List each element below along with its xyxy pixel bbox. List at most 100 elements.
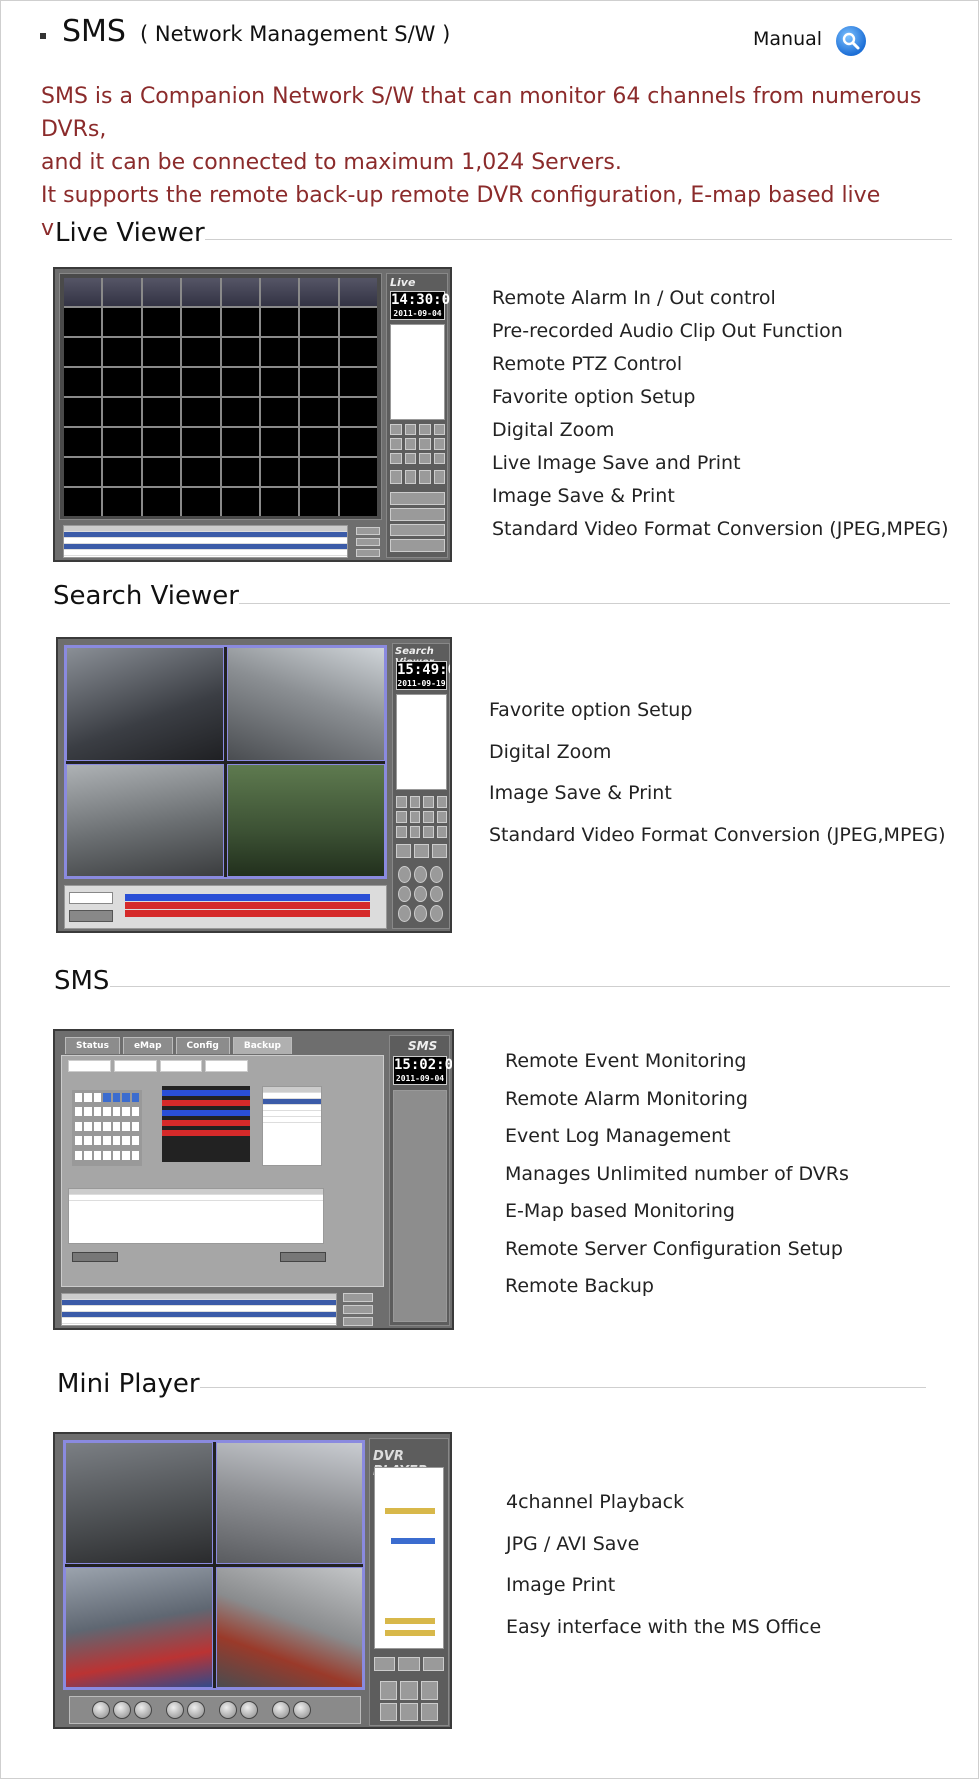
dvr-tree[interactable] — [390, 324, 445, 420]
control-panel: DVR PLAYER — [369, 1438, 449, 1726]
calendar[interactable] — [72, 1090, 142, 1166]
date-field[interactable] — [69, 892, 113, 904]
play-button[interactable] — [134, 1701, 152, 1719]
rewind-button[interactable] — [92, 1701, 110, 1719]
feature-item: Remote Alarm Monitoring — [505, 1087, 748, 1110]
section-title: Mini Player — [57, 1369, 200, 1399]
mini-player-button[interactable] — [72, 1252, 118, 1262]
slider-controls[interactable] — [390, 492, 445, 552]
section-rule — [110, 986, 950, 987]
camera-view — [215, 1566, 363, 1688]
step-back-button[interactable] — [219, 1701, 237, 1719]
section-rule — [198, 1387, 926, 1388]
layout-buttons[interactable] — [390, 424, 445, 464]
dvr-tree[interactable] — [396, 694, 447, 790]
section-title: Search Viewer — [53, 581, 239, 611]
first-frame-button[interactable] — [272, 1701, 290, 1719]
timeline-track[interactable] — [125, 910, 370, 917]
camera-view — [65, 1442, 213, 1564]
section-search-viewer-heading: Search Viewer — [0, 581, 980, 621]
feature-item: JPG / AVI Save — [506, 1532, 640, 1555]
last-frame-button[interactable] — [293, 1701, 311, 1719]
timeline-track[interactable] — [125, 894, 370, 901]
feature-item: Remote PTZ Control — [492, 353, 683, 375]
timeline-track[interactable] — [125, 902, 370, 909]
camera-grid — [63, 1440, 365, 1690]
mini-player-feature-list: 4channel Playback JPG / AVI Save Image P… — [506, 1482, 821, 1648]
tool-buttons[interactable] — [390, 470, 445, 484]
feature-item: Standard Video Format Conversion (JPEG,M… — [489, 823, 946, 846]
feature-item: E-Map based Monitoring — [505, 1200, 735, 1222]
pause-button[interactable] — [113, 1701, 131, 1719]
magnifier-icon[interactable] — [836, 26, 866, 56]
clock-display: 15:49:03 2011-09-19 — [396, 661, 450, 690]
section-live-viewer-heading: Live Viewer — [0, 218, 980, 258]
log-buttons[interactable] — [343, 1293, 373, 1326]
fast-forward-button[interactable] — [187, 1701, 205, 1719]
tab-emap[interactable]: eMap — [122, 1037, 173, 1054]
feature-item: Manages Unlimited number of DVRs — [505, 1162, 849, 1185]
feature-item: Live Image Save and Print — [492, 452, 741, 474]
playback-controls[interactable] — [69, 1696, 361, 1724]
feature-item: 4channel Playback — [506, 1491, 685, 1513]
main-tabs[interactable]: Status eMap Config Backup — [65, 1037, 292, 1054]
log-buttons[interactable] — [356, 527, 380, 557]
select-date-button[interactable] — [69, 910, 113, 922]
control-panel: SMS 15:02:09 2011-09-04 — [389, 1035, 454, 1326]
clock-time: 14:30:06 — [391, 292, 452, 308]
tab-status[interactable]: Status — [65, 1037, 120, 1054]
tab-config[interactable]: Config — [175, 1037, 230, 1054]
clock-date: 2011-09-04 — [393, 309, 442, 318]
camera-view — [215, 1442, 363, 1564]
feature-item: Image Save & Print — [492, 485, 675, 507]
feature-item: Favorite option Setup — [489, 699, 693, 721]
feature-item: Pre-recorded Audio Clip Out Function — [492, 320, 843, 342]
fast-rewind-button[interactable] — [166, 1701, 184, 1719]
feature-item: Easy interface with the MS Office — [506, 1615, 822, 1638]
page-subtitle: ( Network Management S/W ) — [140, 22, 451, 46]
feature-item: Remote Alarm In / Out control — [492, 287, 776, 309]
layout-buttons[interactable] — [380, 1681, 438, 1721]
mini-player-screenshot: DVR PLAYER — [53, 1432, 452, 1729]
video-area — [59, 273, 382, 520]
feature-item: Remote Event Monitoring — [505, 1050, 747, 1072]
clock-date: 2011-09-04 — [395, 1074, 445, 1083]
backup-panel — [61, 1055, 384, 1287]
feature-item: Remote Backup — [505, 1275, 654, 1297]
section-title: SMS — [54, 966, 110, 996]
channel-list[interactable] — [262, 1086, 322, 1166]
dvr-tree[interactable] — [393, 1090, 447, 1322]
event-log-list[interactable] — [63, 525, 348, 558]
tab-backup[interactable]: Backup — [232, 1037, 292, 1054]
recording-timeline[interactable] — [162, 1086, 250, 1162]
live-viewer-feature-list: Remote Alarm In / Out control Pre-record… — [492, 282, 949, 546]
clock-display: 14:30:06 2011-09-04 — [390, 291, 452, 320]
camera-view — [66, 763, 224, 877]
title-bullet — [40, 33, 46, 39]
backup-mode-tabs[interactable] — [68, 1060, 248, 1072]
clock-time: 15:02:09 — [394, 1057, 454, 1073]
file-tree[interactable] — [374, 1467, 444, 1649]
step-forward-button[interactable] — [240, 1701, 258, 1719]
section-rule — [200, 239, 952, 240]
control-panel: Search Viewer 15:49:03 2011-09-19 — [392, 643, 450, 929]
manual-link[interactable]: Manual — [753, 28, 822, 50]
event-log-list[interactable] — [61, 1293, 337, 1326]
start-download-button[interactable] — [280, 1252, 326, 1262]
camera-view — [66, 647, 224, 761]
playback-buttons[interactable] — [398, 866, 443, 922]
camera-grid — [64, 645, 387, 879]
tool-buttons[interactable] — [396, 844, 447, 858]
clock-time: 15:49:03 — [397, 662, 450, 678]
camera-view — [227, 647, 385, 761]
layout-buttons[interactable] — [396, 796, 447, 838]
screen-title: SMS — [408, 1039, 438, 1053]
live-viewer-screenshot: Live Viewer 14:30:06 2011-09-04 — [53, 267, 452, 562]
feature-item: Remote Server Configuration Setup — [505, 1237, 843, 1260]
timeline-panel[interactable] — [64, 885, 387, 929]
tool-buttons[interactable] — [374, 1657, 444, 1671]
download-list[interactable] — [68, 1188, 324, 1244]
clock-display: 15:02:09 2011-09-04 — [393, 1056, 454, 1085]
section-rule — [226, 603, 950, 604]
feature-item: Favorite option Setup — [492, 386, 696, 408]
